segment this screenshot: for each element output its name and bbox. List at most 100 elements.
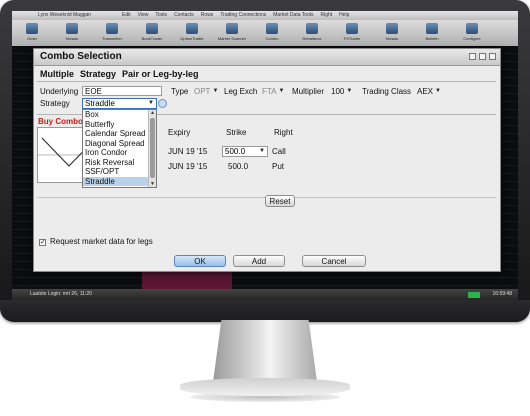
scroll-up-icon[interactable]: ▲: [149, 110, 156, 116]
tab-multiple[interactable]: Multiple: [37, 68, 77, 80]
type-select[interactable]: OPT ▼: [194, 86, 218, 97]
toolbar-button[interactable]: BookTrader: [132, 20, 172, 46]
multiplier-label: Multiplier: [292, 87, 325, 96]
leg-expiry: JUN 19 '15: [168, 147, 208, 156]
toolbar-button[interactable]: Rebalance: [292, 20, 332, 46]
strategy-dropdown-list: Box Butterfly Calendar Spread Diagonal S…: [82, 109, 157, 188]
add-button[interactable]: Add: [233, 255, 285, 267]
scrollbar-thumb[interactable]: [150, 118, 155, 178]
menu-item[interactable]: Tools: [155, 11, 167, 20]
column-header-expiry: Expiry: [168, 128, 191, 137]
toolbar-button[interactable]: Bulletin: [412, 20, 452, 46]
menu-item[interactable]: Contacts: [174, 11, 194, 20]
leg-strike: 500.0: [228, 162, 249, 171]
column-header-right: Right: [274, 128, 293, 137]
strategy-select[interactable]: Straddle ▼: [82, 98, 157, 109]
toolbar-button[interactable]: Configure: [452, 20, 492, 46]
app-title: Lynx Weseknid Maggan: [38, 12, 92, 18]
type-value: OPT: [194, 87, 211, 96]
chevron-down-icon: ▼: [148, 100, 154, 106]
monitor-foot: [180, 378, 350, 396]
scroll-down-icon[interactable]: ▼: [149, 181, 156, 187]
leg-exch-value: FTA: [262, 87, 277, 96]
menu-item[interactable]: Help: [339, 11, 349, 20]
dropdown-scrollbar[interactable]: ▲ ▼: [148, 110, 156, 187]
dialog-titlebar: Combo Selection: [34, 49, 500, 66]
toolbar-button[interactable]: Transmitter: [92, 20, 132, 46]
minimize-icon[interactable]: [469, 53, 476, 60]
dialog-title: Combo Selection: [40, 51, 122, 62]
strike-select[interactable]: 500.0 ▼: [222, 146, 268, 157]
leg-expiry: JUN 19 '15: [168, 162, 208, 171]
highlight-band: [142, 269, 232, 291]
leg-exch-select[interactable]: FTA ▼: [262, 86, 284, 97]
reset-button[interactable]: Reset: [265, 195, 295, 207]
dialog-tabs: Multiple Strategy Pair or Leg-by-leg: [37, 68, 202, 80]
underlying-label: Underlying: [40, 87, 79, 96]
status-clock: 16:59:48: [492, 291, 512, 297]
menu-item[interactable]: Trading Connections: [220, 11, 266, 20]
divider: [37, 81, 496, 82]
scanner-icon: [226, 23, 238, 34]
toolbar-button[interactable]: OptionTrader: [172, 20, 212, 46]
chevron-down-icon: ▼: [435, 88, 441, 94]
multiplier-select[interactable]: 100 ▼: [331, 86, 352, 97]
app-menu: Edit View Tools Contacts Rows Trading Co…: [122, 11, 349, 20]
combo-icon: [266, 23, 278, 34]
search-icon[interactable]: [158, 99, 167, 108]
close-icon[interactable]: [489, 53, 496, 60]
toolbar-button[interactable]: FXTrader: [332, 20, 372, 46]
leg-right: Put: [272, 162, 285, 171]
monitor-stand: [213, 320, 317, 382]
optiontrader-icon: [186, 23, 198, 34]
combo-selection-dialog: Combo Selection Multiple Strategy Pair o…: [33, 48, 501, 272]
toolbar-button[interactable]: Order: [12, 20, 52, 46]
toolbar-button[interactable]: Combo: [252, 20, 292, 46]
ok-button[interactable]: OK: [174, 255, 226, 267]
menu-item[interactable]: Edit: [122, 11, 131, 20]
menu-item[interactable]: Rows: [201, 11, 214, 20]
tab-strategy[interactable]: Strategy: [77, 68, 119, 80]
column-header-strike: Strike: [226, 128, 247, 137]
list-item[interactable]: Diagonal Spread: [83, 139, 151, 149]
list-item[interactable]: Iron Condor: [83, 148, 151, 158]
strategy-label: Strategy: [40, 99, 70, 108]
list-item[interactable]: Box: [83, 110, 151, 120]
toolbar-button[interactable]: Market Scanner: [212, 20, 252, 46]
request-market-data-checkbox[interactable]: ✓: [39, 239, 46, 246]
toolbar-button[interactable]: Mosaic: [372, 20, 412, 46]
list-item-selected[interactable]: Straddle: [83, 176, 151, 186]
maximize-icon[interactable]: [479, 53, 486, 60]
chevron-down-icon: ▼: [212, 88, 219, 94]
request-market-data-label: Request market data for legs: [50, 237, 153, 246]
trading-class-select[interactable]: AEX ▼: [417, 86, 441, 97]
list-item[interactable]: Risk Reversal: [83, 158, 151, 168]
order-icon: [26, 23, 38, 34]
menu-item[interactable]: View: [138, 11, 149, 20]
list-item[interactable]: Butterfly: [83, 120, 151, 130]
buy-combo-label: Buy Combo: [38, 117, 83, 126]
chevron-down-icon: ▼: [278, 88, 285, 94]
window-controls: [469, 53, 496, 60]
tab-pair-or-leg[interactable]: Pair or Leg-by-leg: [119, 68, 202, 80]
mosaic-icon: [66, 23, 78, 34]
configure-icon: [466, 23, 478, 34]
monitor-chin: [0, 300, 530, 322]
menu-item[interactable]: Market Data Tools: [273, 11, 313, 20]
cancel-button[interactable]: Cancel: [302, 255, 366, 267]
menu-item[interactable]: Right: [320, 11, 332, 20]
mosaic-icon: [386, 23, 398, 34]
booktrader-icon: [146, 23, 158, 34]
connection-indicator: [468, 292, 480, 298]
leg-right: Call: [272, 147, 286, 156]
leg-exch-label: Leg Exch: [224, 87, 258, 96]
bulletin-icon: [426, 23, 438, 34]
chevron-down-icon: ▼: [346, 88, 353, 94]
trading-class-value: AEX: [417, 87, 434, 96]
underlying-input[interactable]: EOE: [82, 86, 162, 96]
list-item[interactable]: SSF/OPT: [83, 167, 151, 177]
app-toolbar: Order Mosaic Transmitter BookTrader Opti…: [12, 20, 518, 46]
toolbar-button[interactable]: Mosaic: [52, 20, 92, 46]
leg-strike: 500.0: [225, 147, 246, 156]
list-item[interactable]: Calendar Spread: [83, 129, 151, 139]
